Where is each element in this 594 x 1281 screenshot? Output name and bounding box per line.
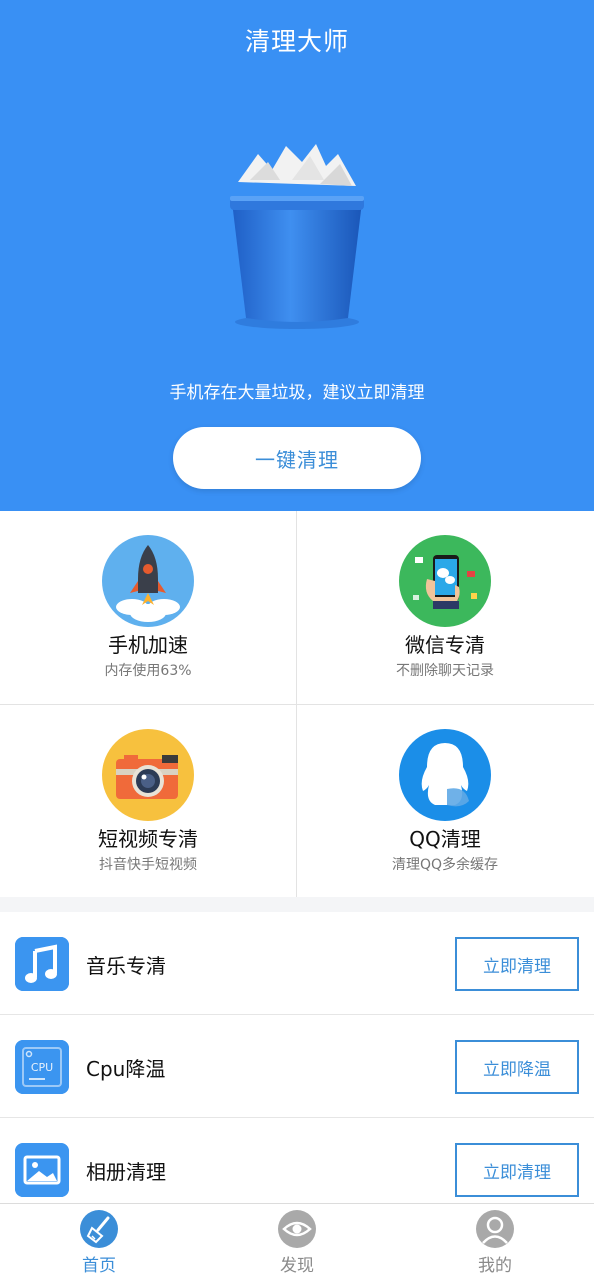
- music-note-icon: [15, 937, 69, 991]
- cpu-cooling-button[interactable]: 立即降温: [455, 1040, 579, 1094]
- eye-icon: [278, 1210, 316, 1248]
- list-item-music-clean: 音乐专清 立即清理: [0, 912, 594, 1015]
- user-icon: [476, 1210, 514, 1248]
- feature-title: QQ清理: [409, 827, 481, 851]
- feature-title: 短视频专清: [98, 827, 198, 851]
- camera-icon: [102, 729, 194, 821]
- list-item-label: 音乐专清: [86, 954, 166, 978]
- list-item-label: 相册清理: [86, 1160, 166, 1184]
- cpu-icon-text: CPU: [31, 1061, 53, 1074]
- feature-wechat-clean[interactable]: 微信专清 不删除聊天记录: [297, 511, 593, 704]
- tab-home[interactable]: 首页: [0, 1204, 198, 1281]
- tool-list: 音乐专清 立即清理 CPU Cpu降温 立即降温 相册清理 立即清理: [0, 912, 594, 1204]
- list-item-cpu-cooling: CPU Cpu降温 立即降温: [0, 1015, 594, 1118]
- album-clean-button[interactable]: 立即清理: [455, 1143, 579, 1197]
- tab-label: 发现: [280, 1256, 314, 1276]
- one-click-clean-button[interactable]: 一键清理: [173, 427, 421, 489]
- feature-grid: 手机加速 内存使用63% 微信专清 不删除聊天记录 短视频专清 抖音快手短视频 …: [0, 511, 594, 897]
- feature-subtitle: 不删除聊天记录: [396, 663, 494, 679]
- tab-profile[interactable]: 我的: [396, 1204, 594, 1281]
- bottom-tab-bar: 首页 发现 我的: [0, 1203, 594, 1281]
- feature-subtitle: 清理QQ多余缓存: [391, 857, 499, 873]
- feature-subtitle: 内存使用63%: [104, 663, 192, 679]
- broom-icon: [80, 1210, 118, 1248]
- feature-title: 微信专清: [405, 633, 485, 657]
- junk-hint: 手机存在大量垃圾，建议立即清理: [169, 383, 425, 403]
- list-item-label: Cpu降温: [86, 1057, 166, 1081]
- feature-subtitle: 抖音快手短视频: [99, 857, 197, 873]
- feature-phone-boost[interactable]: 手机加速 内存使用63%: [0, 511, 296, 704]
- page-title: 清理大师: [244, 27, 349, 56]
- feature-qq-clean[interactable]: QQ清理 清理QQ多余缓存: [297, 705, 593, 898]
- tab-discover[interactable]: 发现: [198, 1204, 396, 1281]
- tab-label: 我的: [478, 1256, 512, 1276]
- photo-album-icon: [15, 1143, 69, 1197]
- trash-bin-icon: [230, 144, 364, 329]
- rocket-icon: [102, 535, 194, 627]
- cpu-icon: CPU: [15, 1040, 69, 1094]
- feature-title: 手机加速: [108, 633, 188, 657]
- music-clean-button[interactable]: 立即清理: [455, 937, 579, 991]
- feature-short-video-clean[interactable]: 短视频专清 抖音快手短视频: [0, 705, 296, 898]
- tab-label: 首页: [82, 1256, 116, 1276]
- hero-banner: 清理大师 手机存在大量垃圾，建议立即清理 一键清理: [0, 0, 594, 511]
- wechat-phone-icon: [399, 535, 491, 627]
- qq-penguin-icon: [399, 729, 491, 821]
